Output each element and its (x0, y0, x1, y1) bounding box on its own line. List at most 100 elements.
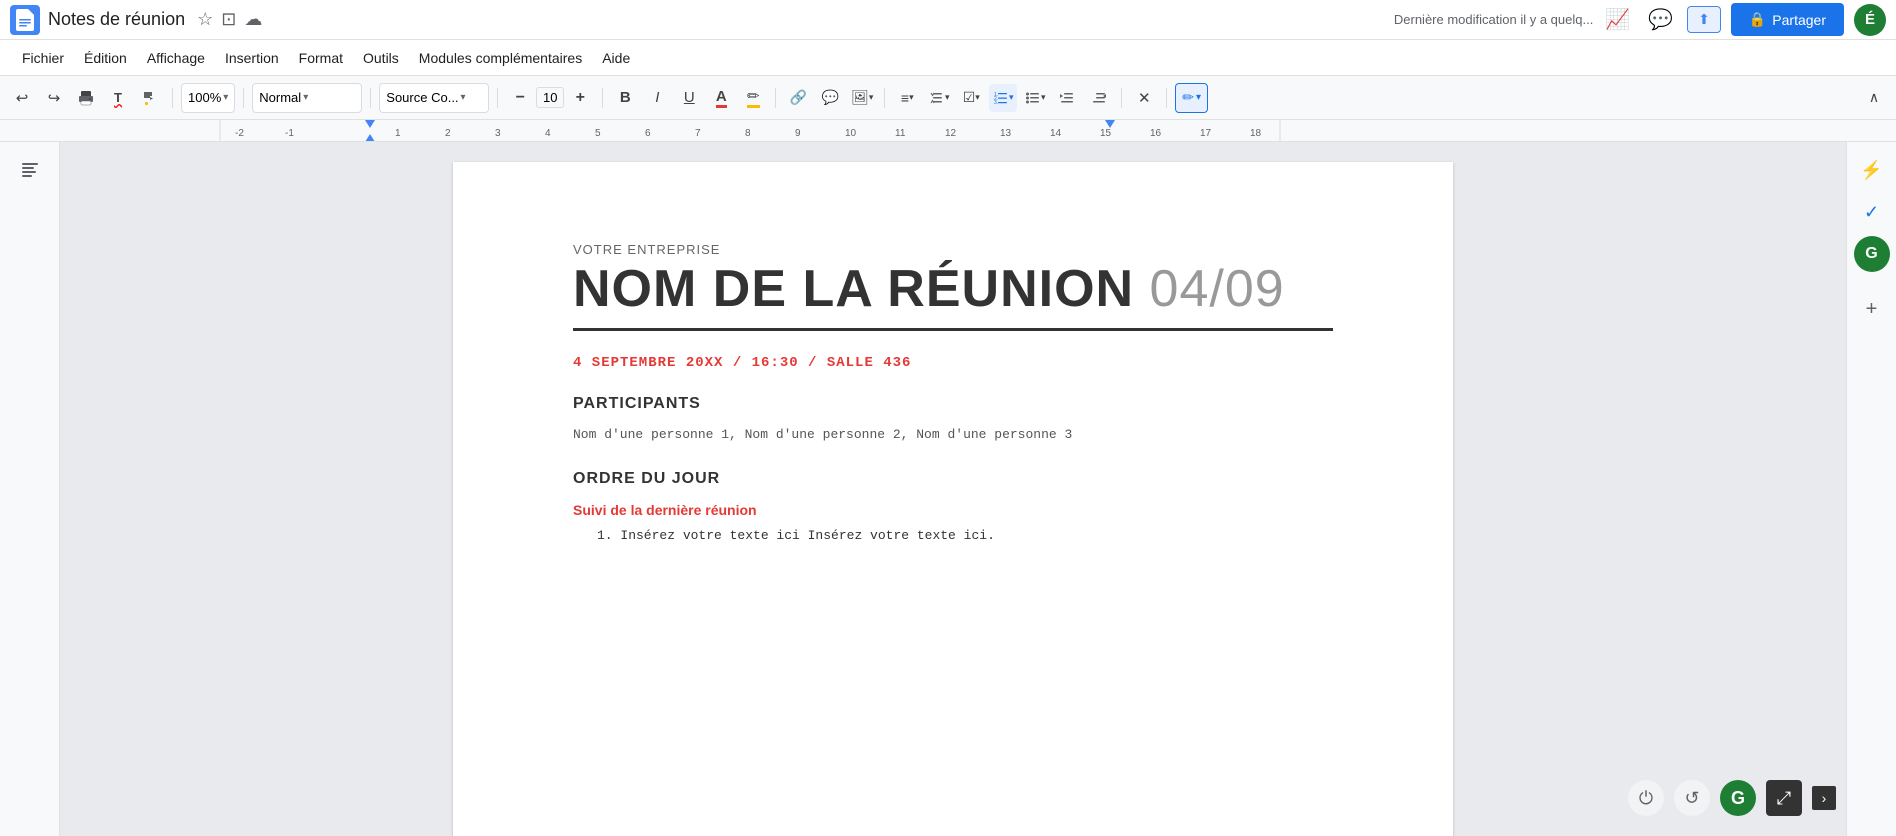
menu-aide[interactable]: Aide (594, 46, 638, 70)
highlight-button[interactable]: ✏ (739, 84, 767, 112)
power-button[interactable]: ⏻ (1628, 780, 1664, 816)
redo-button[interactable]: ↪ (40, 84, 68, 112)
star-icon[interactable]: ☆ (197, 9, 213, 30)
tasks-icon[interactable]: ✓ (1854, 194, 1890, 230)
bottom-controls: ⏻ ↺ G ⤢ › (1628, 780, 1836, 816)
svg-text:5: 5 (595, 128, 601, 139)
meet-green-button[interactable]: G (1720, 780, 1756, 816)
agenda-title: ORDRE DU JOUR (573, 470, 1333, 488)
agenda-item-1: Suivi de la dernière réunion (573, 502, 1333, 518)
last-modified-text: Dernière modification il y a quelq... (1394, 12, 1593, 27)
bold-button[interactable]: B (611, 84, 639, 112)
share-button[interactable]: 🔒 Partager (1731, 3, 1844, 36)
numbered-list-button[interactable]: 1.2.3. ▾ (989, 84, 1017, 112)
main-area: VOTRE ENTREPRISE NOM DE LA RÉUNION 04/09… (0, 142, 1896, 836)
svg-text:11: 11 (895, 128, 906, 139)
share-label: Partager (1772, 12, 1826, 28)
svg-text:4: 4 (545, 128, 551, 139)
zoom-dropdown[interactable]: 100% ▾ (181, 83, 235, 113)
sep9 (1166, 88, 1167, 108)
upload-button[interactable]: ⬆ (1687, 6, 1721, 33)
text-color-button[interactable]: A (707, 84, 735, 112)
document-title: NOM DE LA RÉUNION 04/09 (573, 261, 1333, 318)
svg-text:7: 7 (695, 128, 701, 139)
align-button[interactable]: ≡▾ (893, 84, 921, 112)
menu-bar: Fichier Édition Affichage Insertion Form… (0, 40, 1896, 76)
trend-icon[interactable]: 📈 (1601, 3, 1634, 36)
menu-format[interactable]: Format (291, 46, 351, 70)
comment-button[interactable]: 💬 (816, 84, 844, 112)
paintformat-button[interactable] (136, 84, 164, 112)
font-size-increase[interactable]: + (566, 84, 594, 112)
italic-button[interactable]: I (643, 84, 671, 112)
svg-text:3.: 3. (994, 100, 998, 106)
document-page[interactable]: VOTRE ENTREPRISE NOM DE LA RÉUNION 04/09… (453, 162, 1453, 836)
indent-more-button[interactable] (1085, 84, 1113, 112)
svg-text:3: 3 (495, 128, 501, 139)
participants-title: PARTICIPANTS (573, 395, 1333, 413)
forward-arrow-button[interactable]: › (1812, 786, 1836, 810)
svg-text:16: 16 (1150, 128, 1162, 139)
title-date-text: 04/09 (1150, 260, 1285, 318)
font-size-decrease[interactable]: − (506, 84, 534, 112)
collapse-button[interactable]: ∧ (1860, 84, 1888, 112)
company-name: VOTRE ENTREPRISE (573, 242, 1333, 257)
ruler: -2 -1 1 2 3 4 5 6 7 8 9 10 11 12 13 14 1… (0, 120, 1896, 142)
sep8 (1121, 88, 1122, 108)
font-label: Source Co... (386, 90, 458, 105)
edit-mode-dropdown[interactable]: ✏ ▾ (1175, 83, 1208, 113)
menu-fichier[interactable]: Fichier (14, 46, 72, 70)
clear-formatting-button[interactable]: ✕ (1130, 84, 1158, 112)
image-button[interactable]: 🖼▾ (848, 84, 876, 112)
right-sidebar: ⚡ ✓ G + (1846, 142, 1896, 836)
sep2 (243, 88, 244, 108)
svg-text:-1: -1 (285, 128, 294, 139)
sep3 (370, 88, 371, 108)
checklist-button[interactable]: ☑▾ (957, 84, 985, 112)
folder-icon[interactable]: ⊡ (221, 9, 236, 30)
comments-icon[interactable]: 💬 (1644, 3, 1677, 36)
link-button[interactable]: 🔗 (784, 84, 812, 112)
svg-text:9: 9 (795, 128, 801, 139)
cloud-icon[interactable]: ☁ (244, 9, 262, 30)
spellcheck-button[interactable]: T (104, 84, 132, 112)
app-icon (10, 5, 40, 35)
indent-less-button[interactable] (1053, 84, 1081, 112)
menu-insertion[interactable]: Insertion (217, 46, 287, 70)
svg-text:10: 10 (845, 128, 857, 139)
upload-icon: ⬆ (1698, 11, 1710, 28)
sep7 (884, 88, 885, 108)
svg-text:6: 6 (645, 128, 651, 139)
title-icons: ☆ ⊡ ☁ (197, 9, 262, 30)
sep6 (775, 88, 776, 108)
menu-affichage[interactable]: Affichage (139, 46, 213, 70)
outline-icon[interactable] (12, 152, 48, 188)
left-sidebar (0, 142, 60, 836)
title-bar: Notes de réunion ☆ ⊡ ☁ Dernière modifica… (0, 0, 1896, 40)
style-dropdown[interactable]: Normal ▾ (252, 83, 362, 113)
print-button[interactable] (72, 84, 100, 112)
line-spacing-button[interactable]: ▾ (925, 84, 953, 112)
font-size-box[interactable]: − + (506, 84, 594, 112)
svg-text:15: 15 (1100, 128, 1112, 139)
doc-title: Notes de réunion (48, 9, 185, 30)
meet-icon[interactable]: G (1854, 236, 1890, 272)
underline-button[interactable]: U (675, 84, 703, 112)
history-button[interactable]: ↺ (1674, 780, 1710, 816)
user-avatar[interactable]: É (1854, 4, 1886, 36)
undo-button[interactable]: ↩ (8, 84, 36, 112)
svg-text:14: 14 (1050, 128, 1062, 139)
title-main-text: NOM DE LA RÉUNION (573, 260, 1134, 318)
menu-outils[interactable]: Outils (355, 46, 407, 70)
menu-edition[interactable]: Édition (76, 46, 135, 70)
expand-button[interactable]: ⤢ (1766, 780, 1802, 816)
notifications-icon[interactable]: ⚡ (1854, 152, 1890, 188)
add-sidebar-icon[interactable]: + (1866, 298, 1878, 321)
svg-text:2: 2 (445, 128, 451, 139)
bullet-list-button[interactable]: ▾ (1021, 84, 1049, 112)
font-dropdown[interactable]: Source Co... ▾ (379, 83, 489, 113)
document-area[interactable]: VOTRE ENTREPRISE NOM DE LA RÉUNION 04/09… (60, 142, 1846, 836)
font-size-input[interactable] (536, 87, 564, 108)
font-arrow: ▾ (461, 92, 466, 103)
menu-modules[interactable]: Modules complémentaires (411, 46, 590, 70)
